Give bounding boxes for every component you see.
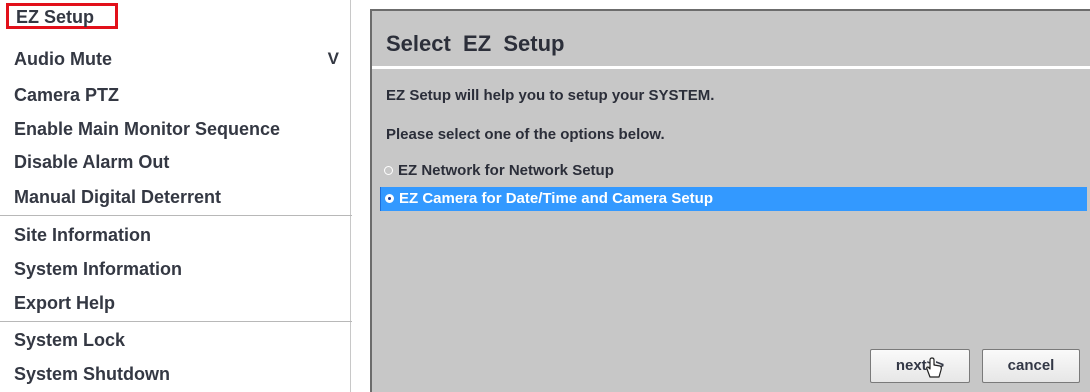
menu-item-site-information[interactable]: Site Information — [0, 218, 345, 252]
ez-setup-dialog: Select EZ Setup EZ Setup will help you t… — [370, 9, 1090, 392]
next-button[interactable]: next>> — [870, 349, 970, 383]
option-ez-camera[interactable]: EZ Camera for Date/Time and Camera Setup — [380, 187, 1087, 211]
context-menu: EZ Setup Audio Mute V Camera PTZ Enable … — [0, 0, 352, 392]
menu-item-manual-digital-deterrent[interactable]: Manual Digital Deterrent — [0, 180, 345, 214]
menu-item-label: Camera PTZ — [14, 85, 120, 105]
menu-item-camera-ptz[interactable]: Camera PTZ — [0, 78, 345, 112]
cancel-button[interactable]: cancel — [982, 349, 1080, 383]
menu-item-disable-alarm-out[interactable]: Disable Alarm Out — [0, 145, 345, 179]
menu-item-system-lock[interactable]: System Lock — [0, 323, 345, 357]
menu-item-label: Manual Digital Deterrent — [14, 187, 222, 207]
submenu-arrow-icon: V — [327, 49, 339, 68]
menu-item-system-shutdown[interactable]: System Shutdown — [0, 357, 345, 391]
dialog-description: EZ Setup will help you to setup your SYS… — [386, 87, 715, 104]
menu-item-system-information[interactable]: System Information — [0, 252, 345, 286]
menu-item-export-help[interactable]: Export Help — [0, 286, 345, 320]
dialog-title: Select EZ Setup — [386, 31, 565, 56]
menu-item-label: Enable Main Monitor Sequence — [14, 119, 281, 139]
menu-divider — [0, 321, 352, 322]
dialog-instruction: Please select one of the options below. — [386, 126, 665, 143]
option-label: EZ Camera for Date/Time and Camera Setup — [399, 190, 713, 207]
menu-item-label: Audio Mute — [14, 49, 112, 69]
option-label: EZ Network for Network Setup — [398, 162, 614, 179]
menu-item-label: Disable Alarm Out — [14, 152, 170, 172]
radio-button-selected-icon[interactable] — [385, 194, 394, 203]
menu-item-label: System Information — [14, 259, 183, 279]
menu-item-enable-main-monitor-sequence[interactable]: Enable Main Monitor Sequence — [0, 112, 345, 146]
menu-item-label: Site Information — [14, 225, 152, 245]
hand-cursor-icon — [926, 357, 942, 378]
menu-item-label: System Shutdown — [14, 364, 171, 384]
radio-button-icon[interactable] — [384, 166, 393, 175]
option-ez-network[interactable]: EZ Network for Network Setup — [380, 159, 1086, 183]
menu-item-ez-setup[interactable]: EZ Setup — [6, 3, 118, 29]
title-divider — [372, 66, 1090, 69]
menu-item-label: System Lock — [14, 330, 126, 350]
menu-divider — [0, 215, 352, 216]
menu-item-label: EZ Setup — [16, 7, 95, 27]
menu-item-audio-mute[interactable]: Audio Mute V — [0, 42, 345, 76]
menu-item-label: Export Help — [14, 293, 116, 313]
